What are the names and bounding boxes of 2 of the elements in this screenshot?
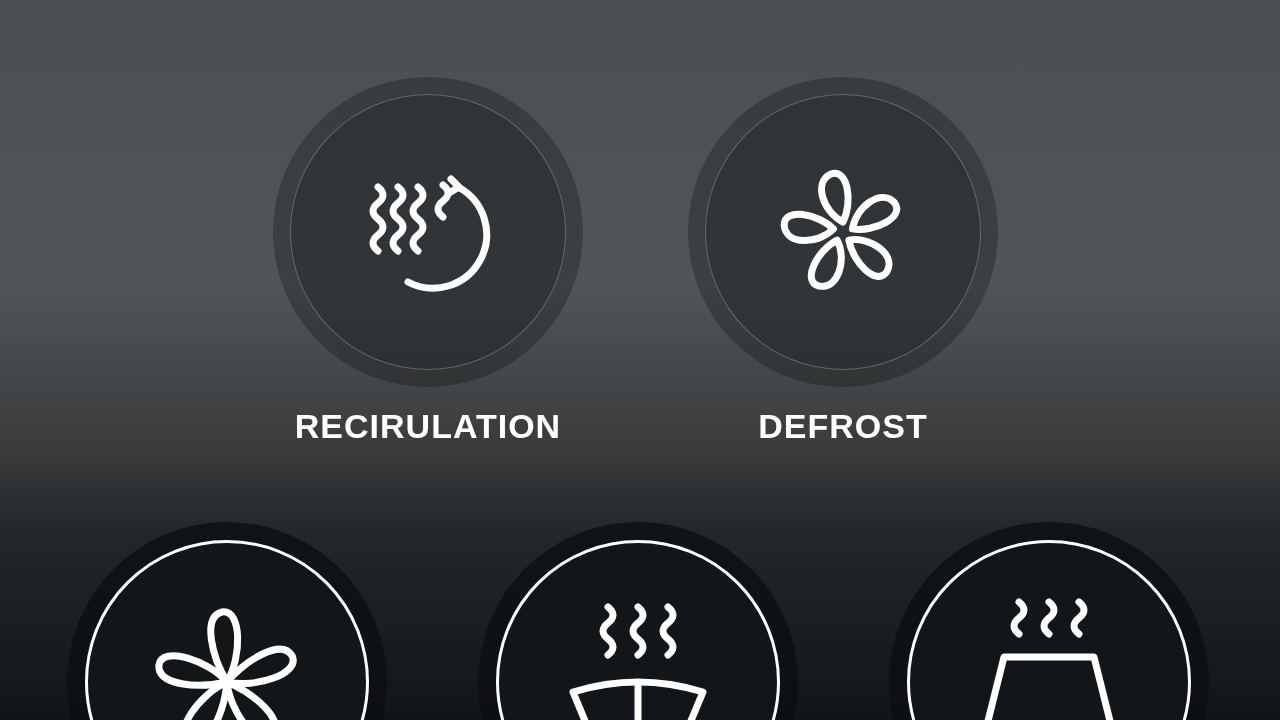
control-label: RECIRULATION [294, 406, 562, 447]
control-label: DEFROST [758, 406, 928, 447]
